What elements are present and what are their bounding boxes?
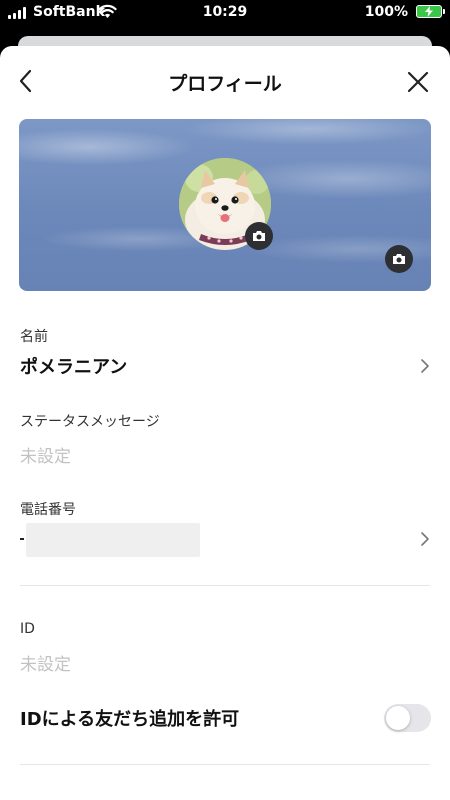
status-message-value: 未設定 — [20, 447, 71, 467]
status-bar: SoftBank 10:29 100% — [0, 0, 450, 28]
camera-icon — [393, 254, 405, 264]
id-friend-add-label: IDによる友だち追加を許可 — [20, 709, 240, 730]
header: プロフィール — [0, 46, 450, 116]
toggle-knob — [386, 706, 410, 730]
page-title: プロフィール — [168, 73, 282, 95]
battery-charging-icon — [416, 5, 445, 18]
profile-sheet: プロフィール 名前 ポメラニアン ステータスメッセージ 未設定 電話番号 ID … — [0, 46, 450, 800]
phone-number-redacted — [26, 523, 200, 557]
divider — [20, 764, 430, 765]
chevron-right-icon[interactable] — [419, 531, 431, 547]
phone-value — [20, 538, 24, 540]
divider — [20, 585, 430, 586]
camera-icon — [253, 231, 265, 241]
avatar-camera-button[interactable] — [245, 222, 273, 250]
phone-label: 電話番号 — [20, 502, 76, 518]
close-button[interactable] — [406, 70, 430, 94]
id-friend-add-toggle[interactable] — [384, 704, 431, 732]
battery-percent: 100% — [364, 4, 408, 20]
status-message-label: ステータスメッセージ — [20, 414, 160, 430]
cover-camera-button[interactable] — [385, 245, 413, 273]
name-value: ポメラニアン — [20, 357, 128, 378]
name-label: 名前 — [20, 329, 48, 345]
cover-image[interactable] — [19, 119, 431, 291]
id-value: 未設定 — [20, 655, 71, 675]
id-label: ID — [20, 621, 35, 637]
chevron-right-icon[interactable] — [419, 358, 431, 374]
